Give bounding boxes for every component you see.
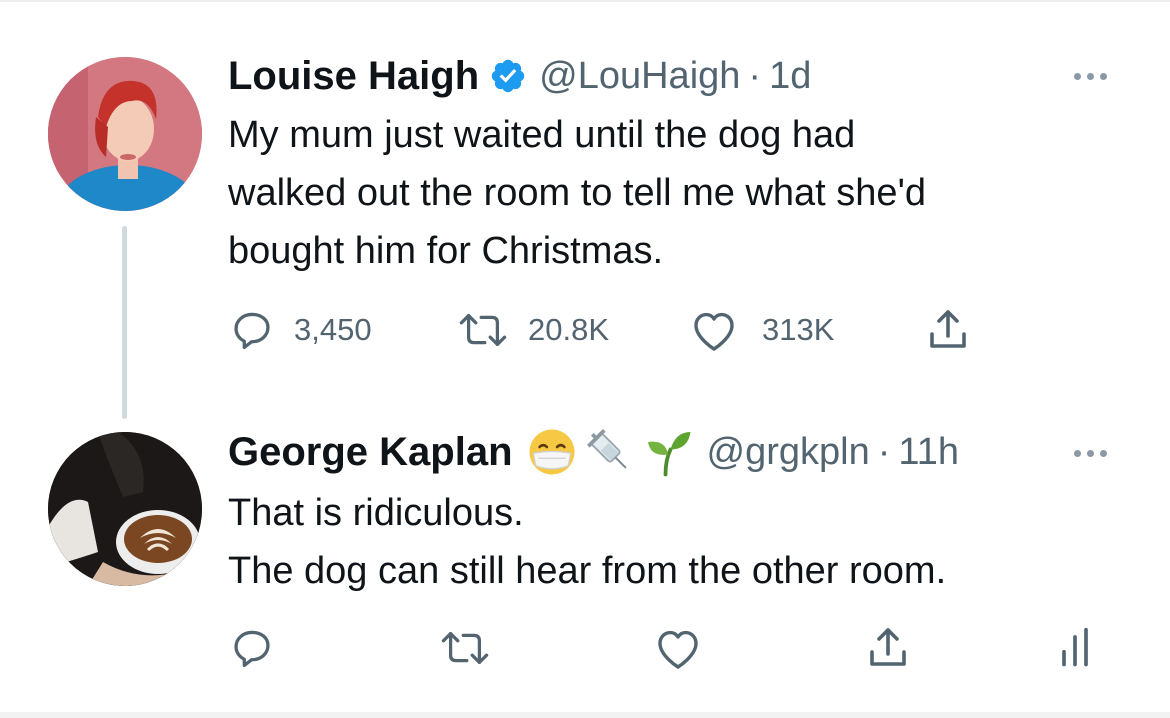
reply-icon <box>234 312 270 350</box>
retweet-button[interactable] <box>438 626 492 670</box>
thread-connector-line <box>122 226 127 419</box>
more-options-icon[interactable] <box>1074 73 1107 80</box>
retweet-count: 20.8K <box>528 312 610 347</box>
avatar-george-kaplan[interactable] <box>48 432 202 586</box>
display-name[interactable]: Louise Haigh <box>228 54 479 99</box>
tweet-text: My mum just waited until the dog had wal… <box>228 106 926 280</box>
tweet-text-line: The dog can still hear from the other ro… <box>228 550 947 592</box>
tweet-text-line: bought him for Christmas. <box>228 230 664 272</box>
tweet-text-line: walked out the room to tell me what she'… <box>228 172 926 214</box>
avatar-latte-art-icon <box>48 432 202 586</box>
share-icon <box>870 628 906 666</box>
user-handle[interactable]: @LouHaigh <box>539 55 740 98</box>
analytics-icon <box>1062 627 1088 667</box>
timestamp[interactable]: 1d <box>769 55 811 98</box>
reply-button[interactable] <box>230 626 274 670</box>
display-name[interactable]: George Kaplan <box>228 430 513 475</box>
tweet-text-line: That is ridiculous. <box>228 492 524 534</box>
retweet-button[interactable]: 20.8K <box>456 308 609 352</box>
avatar-portrait-icon <box>48 57 202 211</box>
avatar-louise-haigh[interactable] <box>48 57 202 211</box>
share-icon <box>930 310 966 348</box>
seedling-emoji-icon <box>643 427 693 477</box>
retweet-icon <box>441 631 489 665</box>
share-button[interactable] <box>864 624 912 672</box>
user-handle[interactable]: @grgkpln <box>707 431 870 474</box>
top-divider <box>0 0 1170 2</box>
reply-count: 3,450 <box>294 312 372 347</box>
share-button[interactable] <box>924 306 972 354</box>
tweet-header: George Kaplan @grgkpln · 11h <box>228 427 959 477</box>
retweet-icon <box>459 313 507 347</box>
bottom-divider <box>0 712 1170 718</box>
tweet-text-line: My mum just waited until the dog had <box>228 114 856 156</box>
separator-dot: · <box>877 430 891 473</box>
heart-icon <box>658 630 698 669</box>
like-count: 313K <box>762 312 835 347</box>
reply-button[interactable]: 3,450 <box>230 308 372 352</box>
verified-badge-icon[interactable] <box>489 57 527 95</box>
like-button[interactable] <box>654 626 702 670</box>
syringe-emoji-icon <box>585 427 635 477</box>
tweet-text: That is ridiculous. The dog can still he… <box>228 484 946 600</box>
like-button[interactable]: 313K <box>690 308 834 352</box>
analytics-button[interactable] <box>1058 626 1092 670</box>
tweet-header: Louise Haigh @LouHaigh · 1d <box>228 52 811 100</box>
reply-icon <box>234 630 270 668</box>
more-options-icon[interactable] <box>1074 450 1107 457</box>
separator-dot: · <box>748 54 762 97</box>
mask-face-emoji-icon <box>527 427 577 477</box>
heart-icon <box>694 312 734 351</box>
timestamp[interactable]: 11h <box>898 431 959 474</box>
